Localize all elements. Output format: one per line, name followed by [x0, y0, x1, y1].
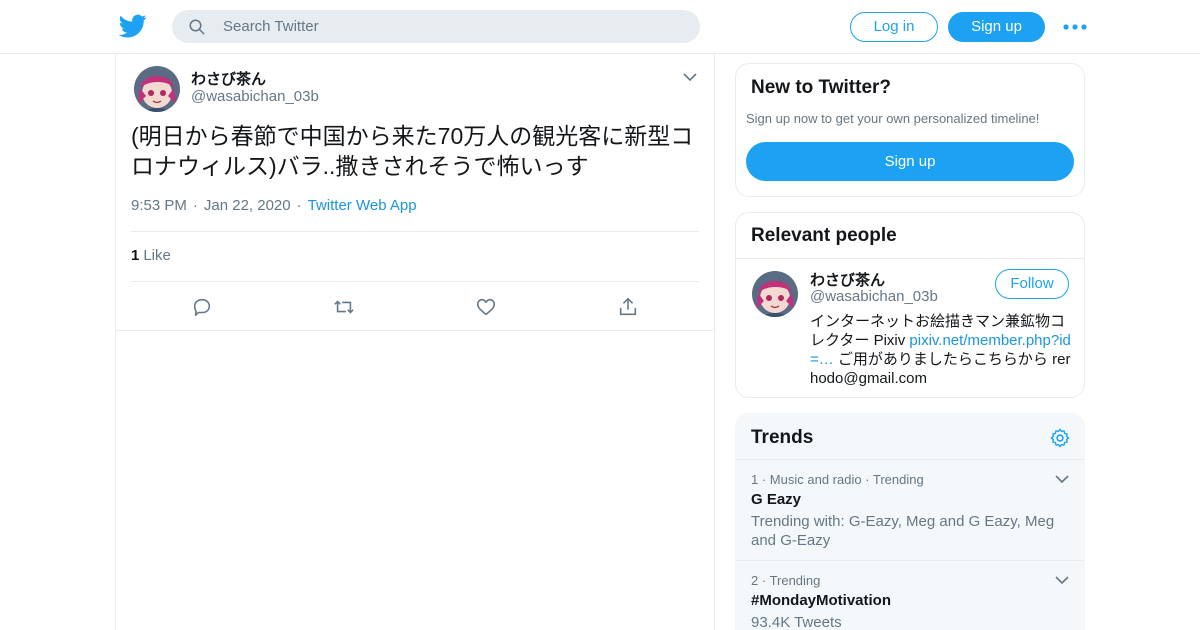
tweet-date[interactable]: Jan 22, 2020: [204, 197, 291, 214]
trend-name: G Eazy: [751, 491, 802, 508]
relevant-people-card: Relevant people わさび茶ん @wasabichan_03b Fo…: [735, 212, 1085, 398]
person-name[interactable]: わさび茶ん: [810, 269, 885, 290]
divider: [131, 281, 699, 282]
relevant-people-title: Relevant people: [751, 225, 897, 246]
new-to-twitter-subtitle: Sign up now to get your own personalized…: [746, 111, 1040, 126]
divider: [131, 231, 699, 232]
sidebar-signup-button[interactable]: Sign up: [746, 142, 1074, 181]
trend-extra: 93.4K Tweets: [751, 614, 842, 630]
search-icon: [189, 19, 205, 35]
meta-separator: ·: [296, 197, 302, 214]
more-dots-icon[interactable]: [1062, 18, 1088, 36]
trend-context: 2 · Trending: [751, 573, 821, 588]
new-to-twitter-title: New to Twitter?: [751, 77, 892, 98]
like-count-label: Like: [143, 247, 171, 264]
person-handle[interactable]: @wasabichan_03b: [810, 288, 938, 305]
login-button[interactable]: Log in: [850, 12, 938, 42]
reply-icon[interactable]: [191, 296, 213, 318]
tweet-column: わさび茶ん @wasabichan_03b (明日から春節で中国から来た70万人…: [115, 54, 715, 630]
trend-context: 1 · Music and radio · Trending: [751, 472, 924, 487]
tweet-meta: 9:53 PM · Jan 22, 2020 · Twitter Web App: [131, 197, 417, 214]
tweet: わさび茶ん @wasabichan_03b (明日から春節で中国から来た70万人…: [116, 54, 714, 331]
like-icon[interactable]: [475, 296, 497, 318]
tweet-source-link[interactable]: Twitter Web App: [308, 197, 417, 214]
trends-title: Trends: [751, 427, 814, 448]
new-to-twitter-card: New to Twitter? Sign up now to get your …: [735, 63, 1085, 197]
trend-extra: Trending with: G-Eazy, Meg and G Eazy, M…: [751, 513, 1055, 549]
tweet-text: (明日から春節で中国から来た70万人の観光客に新型コロナウィルス)バラ..撒きさ…: [131, 123, 694, 179]
meta-separator: ·: [192, 197, 198, 214]
gear-icon[interactable]: [1049, 427, 1071, 449]
chevron-down-icon[interactable]: [1054, 573, 1070, 587]
chevron-down-icon[interactable]: [682, 70, 698, 84]
trend-item[interactable]: 1 · Music and radio · Trending G Eazy Tr…: [736, 460, 1084, 560]
share-icon[interactable]: [617, 296, 639, 318]
follow-button[interactable]: Follow: [995, 269, 1069, 299]
trend-item[interactable]: 2 · Trending #MondayMotivation 93.4K Twe…: [736, 561, 1084, 630]
tweet-time[interactable]: 9:53 PM: [131, 197, 187, 214]
signup-button[interactable]: Sign up: [948, 12, 1045, 42]
bio-text-after: ご用がありましたらこちらから rerhodo@gmail.com: [810, 351, 1071, 387]
avatar[interactable]: [134, 66, 180, 112]
avatar[interactable]: [752, 271, 798, 317]
like-count-number: 1: [131, 247, 140, 264]
retweet-icon[interactable]: [333, 296, 355, 318]
tweet-author-name[interactable]: わさび茶ん: [191, 68, 266, 89]
like-count[interactable]: 1 Like: [131, 247, 171, 264]
trends-card: Trends 1 · Music and radio · Trending G …: [735, 413, 1085, 630]
search-box[interactable]: Search Twitter: [172, 10, 700, 43]
trend-name: #MondayMotivation: [751, 592, 892, 609]
tweet-author-handle[interactable]: @wasabichan_03b: [191, 88, 319, 105]
chevron-down-icon[interactable]: [1054, 472, 1070, 486]
top-nav-bar: Search Twitter Log in Sign up: [0, 0, 1200, 54]
search-input[interactable]: Search Twitter: [223, 18, 319, 35]
twitter-bird-icon[interactable]: [119, 12, 147, 40]
person-bio: インターネットお絵描きマン兼鉱物コレクター Pixiv pixiv.net/me…: [810, 312, 1074, 388]
divider: [736, 258, 1084, 259]
